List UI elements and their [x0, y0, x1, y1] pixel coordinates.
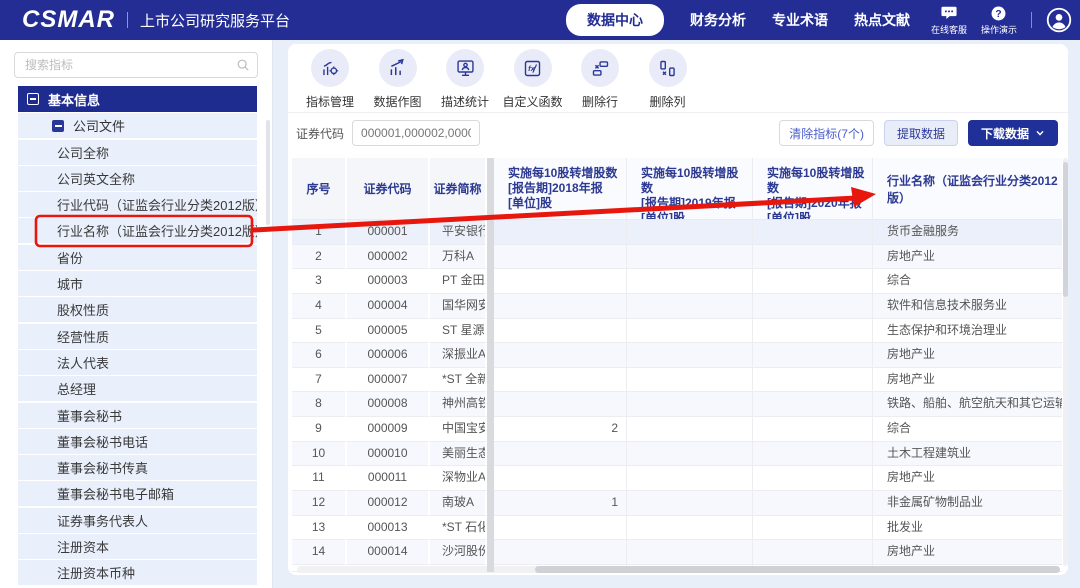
- sidebar-item[interactable]: 董事会秘书电子邮箱: [18, 481, 257, 506]
- indicator-tree: 基本信息 公司文件 公司全称 公司英文全称 行业代码（证监会行业分类2012版）: [18, 86, 257, 585]
- sidebar-item[interactable]: 公司全称: [18, 140, 257, 165]
- search-input[interactable]: [14, 52, 258, 78]
- table-row[interactable]: 1 000001 平安银行 货币金融服务: [292, 220, 1062, 245]
- utility-buttons: 在线客服 ? 操作演示: [931, 5, 1017, 36]
- table-row[interactable]: 3 000003 PT 金田A 综合: [292, 269, 1062, 294]
- security-code-label: 证券代码: [296, 125, 344, 142]
- sidebar-item[interactable]: 省份: [18, 245, 257, 270]
- clear-indicators-button[interactable]: 清除指标(7个): [779, 120, 874, 146]
- column-header: 实施每10股转增股数 [报告期]2020年报 [单位]股: [753, 158, 873, 220]
- collapse-minus-icon[interactable]: [52, 120, 64, 132]
- sidebar-item[interactable]: 经营性质: [18, 324, 257, 349]
- sidebar-item[interactable]: 行业代码（证监会行业分类2012版）: [18, 192, 257, 217]
- sidebar-item[interactable]: 注册资本币种: [18, 560, 257, 585]
- data-table: 序号 证券代码 证券简称 实施每10股转增股数 [报告期]2018年报 [单位]…: [292, 158, 1062, 572]
- column-header: 序号: [292, 158, 347, 220]
- toolbar-tool[interactable]: 指标管理: [302, 49, 358, 110]
- table-row[interactable]: 5 000005 ST 星源 生态保护和环境治理业: [292, 319, 1062, 344]
- collapse-minus-icon[interactable]: [27, 93, 39, 105]
- vertical-scrollbar[interactable]: [1063, 158, 1068, 566]
- table-toolbar: 指标管理 数据作图 描述统计 fx 自定义函数 删除行: [302, 49, 696, 110]
- column-header: 实施每10股转增股数 [报告期]2019年报 [单位]股: [627, 158, 753, 220]
- indicator-manage-icon: [311, 49, 349, 87]
- nav-menu-item[interactable]: 专业术语: [772, 5, 828, 35]
- sidebar-item[interactable]: 董事会秘书: [18, 403, 257, 428]
- question-icon: ?: [990, 5, 1007, 22]
- toolbar-divider: [288, 112, 1068, 113]
- top-navbar: CSMAR 上市公司研究服务平台 数据中心 财务分析 专业术语 热点文献 在线客…: [0, 0, 1080, 40]
- main-menu: 数据中心 财务分析 专业术语 热点文献: [566, 0, 910, 40]
- avatar-icon[interactable]: [1046, 7, 1072, 33]
- nav-menu-item[interactable]: 财务分析: [690, 5, 746, 35]
- table-row[interactable]: 6 000006 深振业A 房地产业: [292, 343, 1062, 368]
- table-row[interactable]: 10 000010 美丽生态 土木工程建筑业: [292, 442, 1062, 467]
- frozen-columns-divider[interactable]: [487, 158, 494, 572]
- column-header: 行业名称（证监会行业分类2012版）: [873, 158, 1062, 220]
- data-center-panel: 指标管理 数据作图 描述统计 fx 自定义函数 删除行: [288, 44, 1068, 575]
- custom-function-icon: fx: [514, 49, 552, 87]
- sidebar-item-basic-info[interactable]: 基本信息: [18, 86, 257, 112]
- table-row[interactable]: 11 000011 深物业A 房地产业: [292, 466, 1062, 491]
- chat-icon: [940, 5, 958, 22]
- data-chart-icon: [379, 49, 417, 87]
- table-row[interactable]: 4 000004 国华网安 软件和信息技术服务业: [292, 294, 1062, 319]
- delete-row-icon: [581, 49, 619, 87]
- svg-text:?: ?: [996, 9, 1002, 20]
- utility-button[interactable]: ? 操作演示: [981, 5, 1017, 36]
- utility-divider: [1031, 12, 1032, 28]
- table-row[interactable]: 2 000002 万科A 房地产业: [292, 245, 1062, 270]
- sidebar-item-company-files[interactable]: 公司文件: [18, 113, 257, 138]
- sidebar-item[interactable]: 行业名称（证监会行业分类2012版）: [18, 218, 257, 243]
- nav-menu-item[interactable]: 热点文献: [854, 5, 910, 35]
- platform-title: 上市公司研究服务平台: [140, 10, 290, 31]
- security-code-input[interactable]: [352, 120, 480, 146]
- horizontal-scrollbar[interactable]: [297, 566, 1060, 573]
- toolbar-tool[interactable]: 删除行: [572, 49, 628, 110]
- toolbar-tool[interactable]: fx 自定义函数: [505, 49, 561, 110]
- table-row[interactable]: 9 000009 中国宝安 2 综合: [292, 417, 1062, 442]
- table-row[interactable]: 8 000008 神州高铁 铁路、船舶、航空航天和其它运输设备...: [292, 392, 1062, 417]
- sidebar-search: [14, 52, 258, 78]
- column-header: 实施每10股转增股数 [报告期]2018年报 [单位]股: [494, 158, 627, 220]
- sidebar-item[interactable]: 股权性质: [18, 297, 257, 322]
- query-bar: 证券代码 清除指标(7个) 提取数据 下载数据: [296, 120, 1058, 146]
- table-row[interactable]: 13 000013 *ST 石化A 批发业: [292, 516, 1062, 541]
- column-header: 证券代码: [347, 158, 430, 220]
- utility-button[interactable]: 在线客服: [931, 5, 967, 36]
- table-header-row: 序号 证券代码 证券简称 实施每10股转增股数 [报告期]2018年报 [单位]…: [292, 158, 1062, 220]
- toolbar-tool[interactable]: 数据作图: [370, 49, 426, 110]
- vertical-scrollbar-thumb[interactable]: [1063, 162, 1068, 297]
- sidebar-item[interactable]: 董事会秘书电话: [18, 429, 257, 454]
- sidebar-item[interactable]: 董事会秘书传真: [18, 455, 257, 480]
- sidebar-item[interactable]: 法人代表: [18, 350, 257, 375]
- horizontal-scrollbar-thumb[interactable]: [535, 566, 1060, 573]
- sidebar-item[interactable]: 总经理: [18, 376, 257, 401]
- table-row[interactable]: 7 000007 *ST 全新 房地产业: [292, 368, 1062, 393]
- toolbar-tool[interactable]: 描述统计: [437, 49, 493, 110]
- table-row[interactable]: 14 000014 沙河股份 房地产业: [292, 540, 1062, 565]
- logo-divider: [127, 12, 128, 28]
- sidebar-scrollbar[interactable]: [266, 120, 270, 225]
- chevron-down-icon: [1035, 128, 1045, 138]
- sidebar-item[interactable]: 注册资本: [18, 534, 257, 559]
- indicator-sidebar: 基本信息 公司文件 公司全称 公司英文全称 行业代码（证监会行业分类2012版）: [0, 40, 273, 588]
- delete-column-icon: [649, 49, 687, 87]
- extract-data-button[interactable]: 提取数据: [884, 120, 958, 146]
- download-data-button[interactable]: 下载数据: [968, 120, 1058, 146]
- sidebar-item[interactable]: 公司英文全称: [18, 166, 257, 191]
- nav-menu-item[interactable]: 数据中心: [566, 4, 664, 36]
- search-icon: [236, 58, 250, 77]
- sidebar-item[interactable]: 证券事务代表人: [18, 508, 257, 533]
- sidebar-leaf-items: 公司全称 公司英文全称 行业代码（证监会行业分类2012版） 行业名称（证监会行…: [18, 140, 257, 586]
- descriptive-stats-icon: [446, 49, 484, 87]
- sidebar-item[interactable]: 城市: [18, 271, 257, 296]
- table-body: 1 000001 平安银行 货币金融服务 2 000002 万科A: [292, 220, 1062, 565]
- toolbar-tool[interactable]: 删除列: [640, 49, 696, 110]
- column-header: 证券简称: [430, 158, 487, 220]
- csmar-logo: CSMAR: [22, 6, 115, 34]
- table-row[interactable]: 12 000012 南玻A 1 非金属矿物制品业: [292, 491, 1062, 516]
